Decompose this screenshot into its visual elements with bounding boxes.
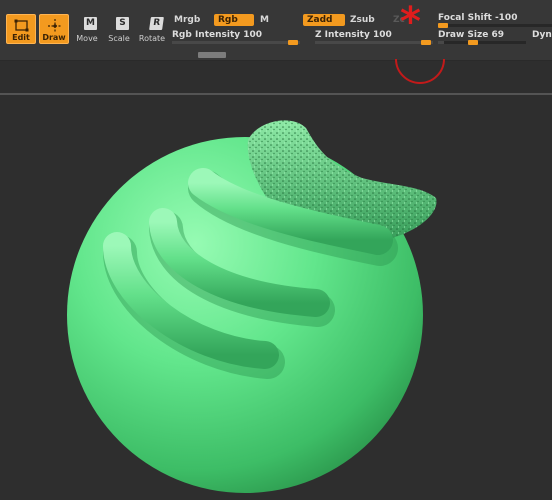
m-button[interactable]: M — [256, 14, 273, 26]
focal-shift-track — [438, 23, 552, 28]
draw-size-slider[interactable]: Draw Size 69 — [438, 30, 526, 48]
rgb-intensity-handle[interactable] — [288, 40, 298, 45]
zsub-button[interactable]: Zsub — [346, 14, 379, 26]
draw-size-handle[interactable] — [468, 40, 478, 45]
z-intensity-handle[interactable] — [421, 40, 431, 45]
rgb-intensity-value: 100 — [243, 30, 263, 40]
scale-icon: S — [116, 17, 129, 30]
focal-shift-value: -100 — [494, 13, 518, 23]
sculpted-sphere — [67, 120, 437, 493]
focal-shift-slider[interactable]: Focal Shift -100 — [438, 13, 552, 31]
move-button-label: Move — [76, 34, 98, 43]
draw-button[interactable]: Draw — [39, 14, 69, 44]
edit-button[interactable]: Edit — [6, 14, 36, 44]
sculpt-canvas[interactable] — [0, 95, 552, 500]
focal-shift-label: Focal Shift -100 — [438, 13, 518, 23]
move-button[interactable]: M Move — [72, 14, 102, 44]
draw-button-label: Draw — [42, 33, 66, 42]
rgb-intensity-slider[interactable]: Rgb Intensity 100 — [172, 30, 300, 48]
dynamic-label: Dyna — [532, 30, 552, 40]
draw-size-track — [438, 40, 526, 45]
rgb-intensity-label: Rgb Intensity 100 — [172, 30, 263, 40]
rotate-icon: R — [149, 17, 164, 30]
zadd-button[interactable]: Zadd — [303, 14, 345, 26]
draw-size-label: Draw Size 69 — [438, 30, 505, 40]
z-intensity-label: Z Intensity 100 — [315, 30, 392, 40]
annotation-star-icon: * — [400, 0, 421, 45]
edit-button-label: Edit — [12, 33, 30, 42]
z-intensity-value: 100 — [372, 30, 392, 40]
rgb-button[interactable]: Rgb — [214, 14, 254, 26]
toolbar: Edit Draw M Move S Scale R Rotate Mrgb R… — [0, 0, 552, 61]
toolbar-scrollbar-thumb[interactable] — [198, 52, 226, 58]
rotate-button[interactable]: R Rotate — [137, 14, 167, 44]
scale-button-label: Scale — [108, 34, 130, 43]
dynamic-toggle[interactable]: Dyna — [532, 30, 552, 48]
rgb-intensity-track — [172, 40, 300, 45]
annotation-circle-icon — [395, 58, 445, 84]
move-icon: M — [84, 17, 97, 30]
edit-icon — [14, 19, 29, 32]
draw-size-value: 69 — [491, 30, 505, 40]
scale-button[interactable]: S Scale — [104, 14, 134, 44]
focal-shift-handle[interactable] — [438, 23, 448, 28]
rotate-button-label: Rotate — [138, 34, 166, 43]
draw-icon — [48, 19, 62, 33]
mrgb-button[interactable]: Mrgb — [170, 14, 204, 26]
